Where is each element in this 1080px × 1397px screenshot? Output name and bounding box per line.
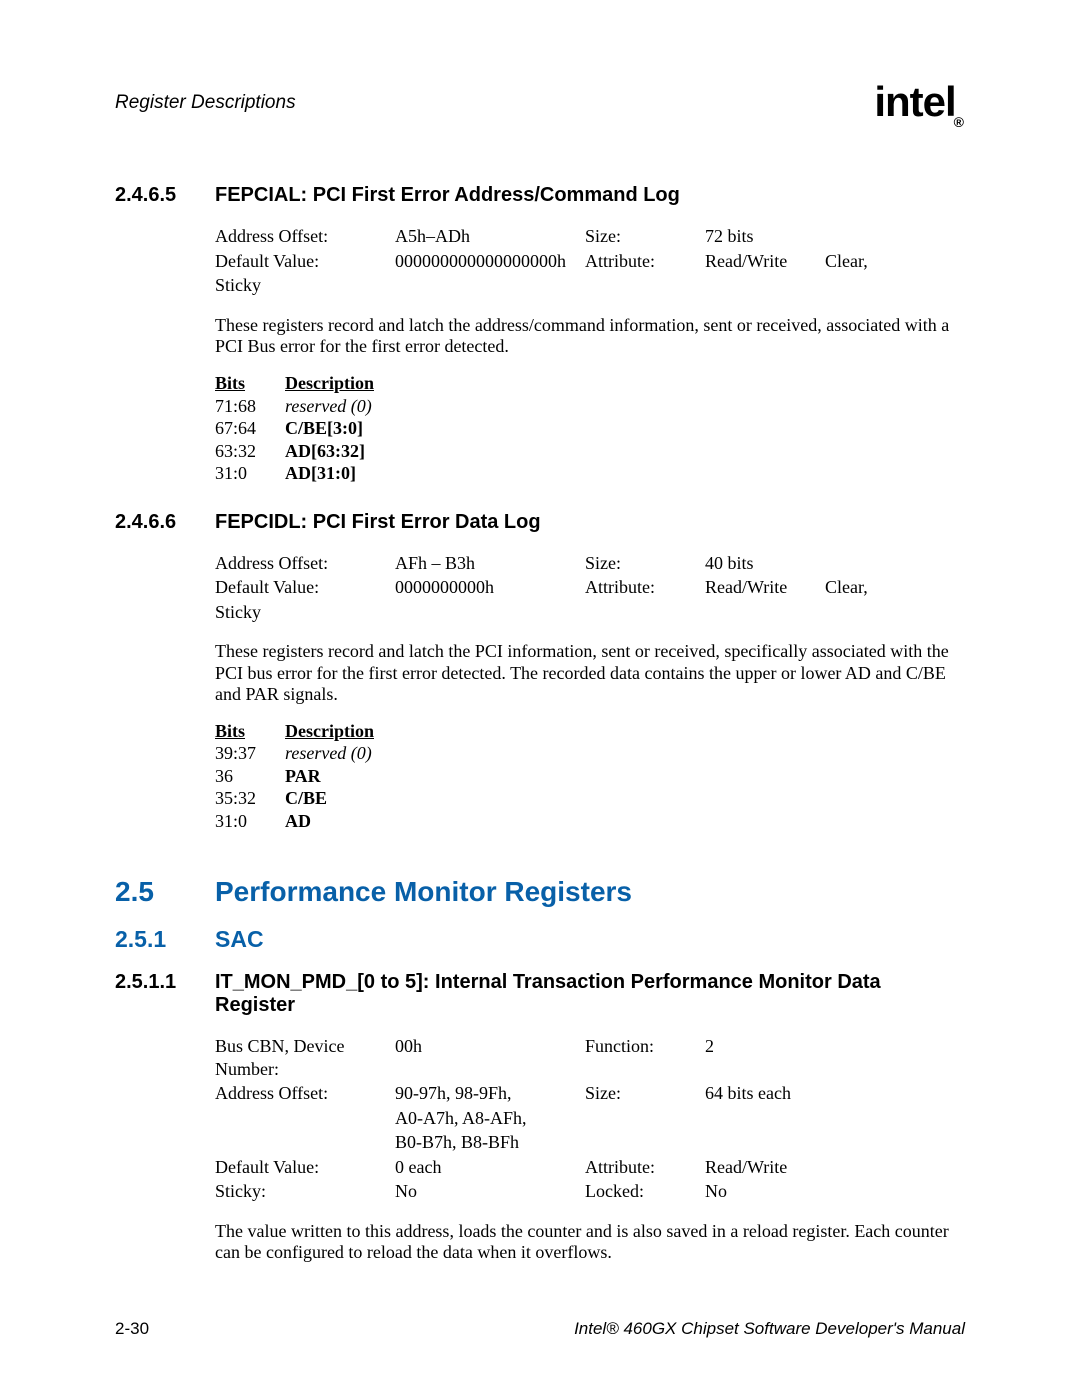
section-description: The value written to this address, loads… [215,1221,965,1264]
label-sticky: Sticky: [215,1180,395,1203]
label-sticky: Sticky [215,274,395,297]
bits-desc: AD[63:32] [285,440,365,463]
heading-number: 2.5.1.1 [115,971,215,994]
value-bus-device: 00h [395,1035,585,1080]
label-locked: Locked: [585,1180,705,1203]
bits-header-col2: Description [285,720,374,743]
bits-range: 71:68 [215,395,285,418]
bits-range: 39:37 [215,742,285,765]
value-attribute: Read/Write [705,576,825,599]
section-2.4.6.6-body: Address Offset: AFh – B3h Size: 40 bits … [215,552,965,833]
heading-number: 2.5.1 [115,926,215,953]
value-address-offset-line3: B0-B7h, B8-BFh [395,1131,585,1154]
label-address-offset: Address Offset: [215,552,395,575]
value-address-offset: AFh – B3h [395,552,585,575]
logo-text: intel [874,78,955,125]
bits-range: 31:0 [215,810,285,833]
bits-desc: C/BE[3:0] [285,417,363,440]
register-info-table: Address Offset: A5h–ADh Size: 72 bits De… [215,225,965,297]
section-description: These registers record and latch the PCI… [215,641,965,706]
bits-header-col1: Bits [215,372,285,395]
label-attribute: Attribute: [585,250,705,273]
value-default-value: 0000000000h [395,576,585,599]
heading-2.5.1: 2.5.1 SAC [115,926,965,953]
value-function: 2 [705,1035,845,1080]
intel-logo: intel® [874,78,965,128]
bits-header-col1: Bits [215,720,285,743]
value-address-offset-line2: A0-A7h, A8-AFh, [395,1107,585,1130]
bits-desc: reserved (0) [285,742,372,765]
bits-range: 36 [215,765,285,788]
section-description: These registers record and latch the add… [215,315,965,358]
value-sticky: No [395,1180,585,1203]
label-address-offset: Address Offset: [215,1082,395,1105]
label-default-value: Default Value: [215,250,395,273]
register-info-table: Address Offset: AFh – B3h Size: 40 bits … [215,552,965,624]
heading-title: SAC [215,926,264,953]
value-attribute-extra: Clear, [825,576,885,599]
bits-table: Bits Description 71:68reserved (0) 67:64… [215,372,965,485]
value-locked: No [705,1180,845,1203]
label-address-offset: Address Offset: [215,225,395,248]
bits-desc: PAR [285,765,321,788]
heading-2.4.6.5: 2.4.6.5 FEPCIAL: PCI First Error Address… [115,184,965,207]
value-attribute-extra: Clear, [825,250,885,273]
bits-range: 63:32 [215,440,285,463]
value-address-offset-line1: 90-97h, 98-9Fh, [395,1082,585,1105]
value-default-value: 000000000000000000h [395,250,585,273]
registered-icon: ® [954,114,963,130]
label-attribute: Attribute: [585,576,705,599]
bits-range: 31:0 [215,462,285,485]
bits-range: 67:64 [215,417,285,440]
heading-2.4.6.6: 2.4.6.6 FEPCIDL: PCI First Error Data Lo… [115,511,965,534]
label-size: Size: [585,225,705,248]
page-header: Register Descriptions intel® [115,78,965,128]
label-sticky: Sticky [215,601,395,624]
section-2.4.6.5-body: Address Offset: A5h–ADh Size: 72 bits De… [215,225,965,484]
heading-2.5.1.1: 2.5.1.1 IT_MON_PMD_[0 to 5]: Internal Tr… [115,971,965,1017]
label-size: Size: [585,552,705,575]
label-attribute: Attribute: [585,1156,705,1179]
running-title: Register Descriptions [115,92,296,114]
value-default-value: 0 each [395,1156,585,1179]
label-function: Function: [585,1035,705,1080]
value-address-offset: A5h–ADh [395,225,585,248]
heading-2.5: 2.5 Performance Monitor Registers [115,876,965,908]
value-size: 72 bits [705,225,825,248]
manual-title: Intel® 460GX Chipset Software Developer'… [574,1319,965,1339]
value-size: 64 bits each [705,1082,845,1105]
register-info-table: Bus CBN, Device Number: 00h Function: 2 … [215,1035,965,1203]
bits-desc: AD [285,810,311,833]
value-attribute: Read/Write [705,250,825,273]
heading-number: 2.5 [115,876,215,908]
bits-range: 35:32 [215,787,285,810]
bits-desc: C/BE [285,787,327,810]
label-default-value: Default Value: [215,1156,395,1179]
page-number: 2-30 [115,1319,149,1339]
heading-title: FEPCIAL: PCI First Error Address/Command… [215,184,680,207]
bits-table: Bits Description 39:37reserved (0) 36PAR… [215,720,965,833]
heading-number: 2.4.6.6 [115,511,215,534]
section-2.5.1.1-body: Bus CBN, Device Number: 00h Function: 2 … [215,1035,965,1264]
page-footer: 2-30 Intel® 460GX Chipset Software Devel… [115,1319,965,1339]
label-bus-device: Bus CBN, Device Number: [215,1035,395,1080]
value-size: 40 bits [705,552,825,575]
value-attribute: Read/Write [705,1156,845,1179]
page: Register Descriptions intel® 2.4.6.5 FEP… [0,0,1080,1397]
heading-title: FEPCIDL: PCI First Error Data Log [215,511,541,534]
label-default-value: Default Value: [215,576,395,599]
label-size: Size: [585,1082,705,1105]
bits-header-col2: Description [285,372,374,395]
heading-number: 2.4.6.5 [115,184,215,207]
heading-title: Performance Monitor Registers [215,876,632,908]
bits-desc: reserved (0) [285,395,372,418]
heading-title: IT_MON_PMD_[0 to 5]: Internal Transactio… [215,971,965,1017]
bits-desc: AD[31:0] [285,462,356,485]
